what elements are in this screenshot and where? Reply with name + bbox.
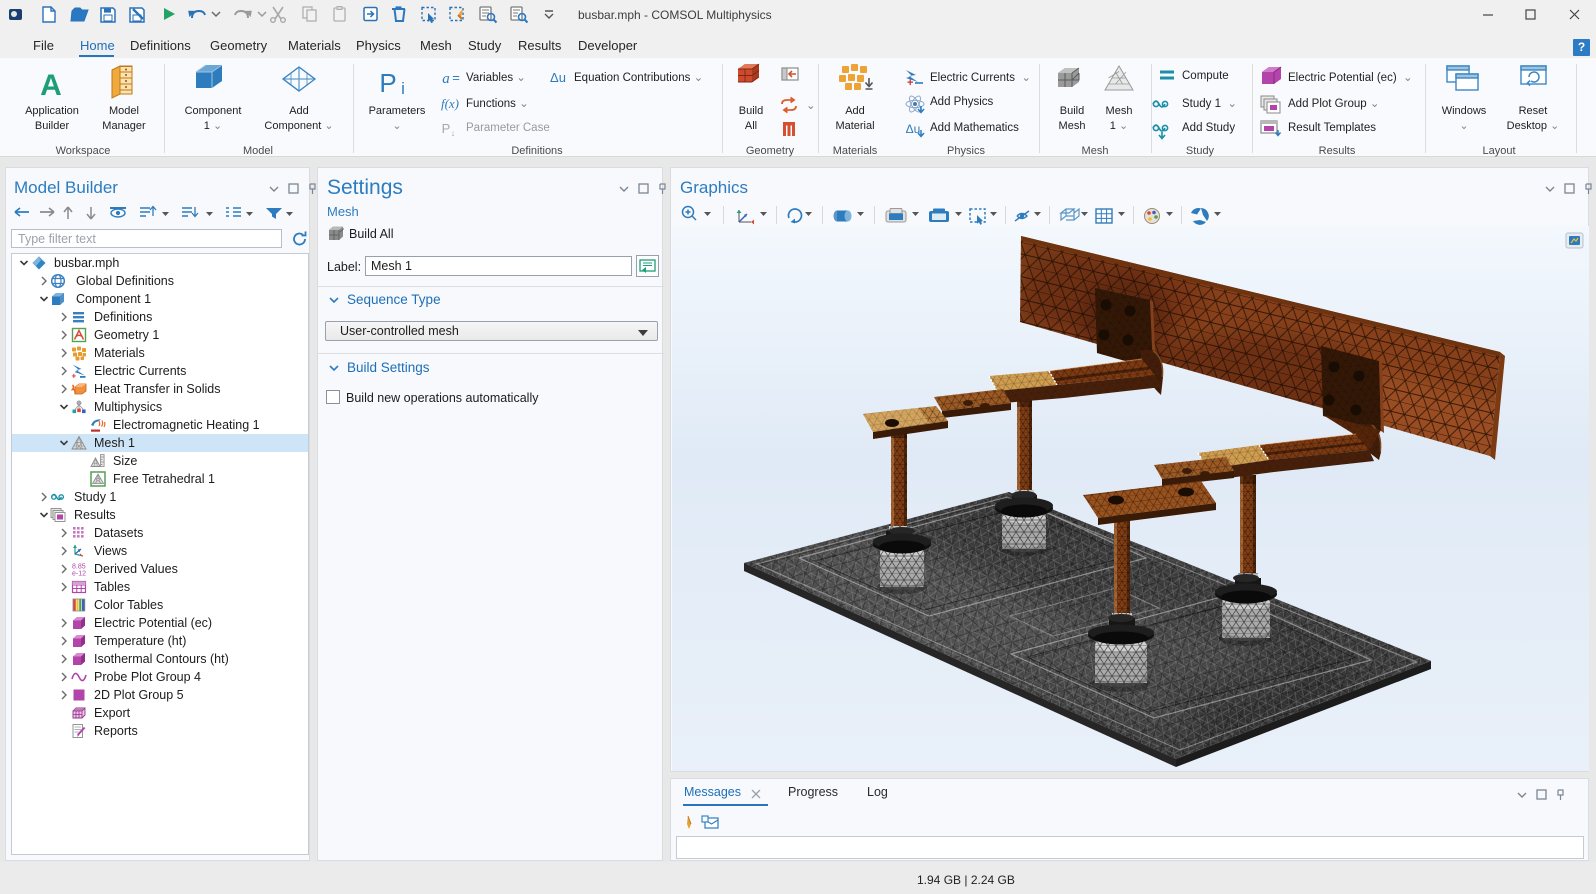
svg-text:↓: ↓: [451, 128, 456, 138]
svg-text:A: A: [40, 69, 62, 102]
svg-text:Δu: Δu: [550, 70, 566, 85]
svg-text:P: P: [379, 68, 396, 98]
svg-text:+: +: [907, 77, 913, 89]
svg-text:a: a: [442, 71, 450, 87]
svg-text:i: i: [401, 79, 405, 98]
svg-text:=: =: [452, 70, 460, 85]
svg-text:f(x): f(x): [441, 96, 459, 111]
svg-text:P: P: [442, 121, 451, 136]
